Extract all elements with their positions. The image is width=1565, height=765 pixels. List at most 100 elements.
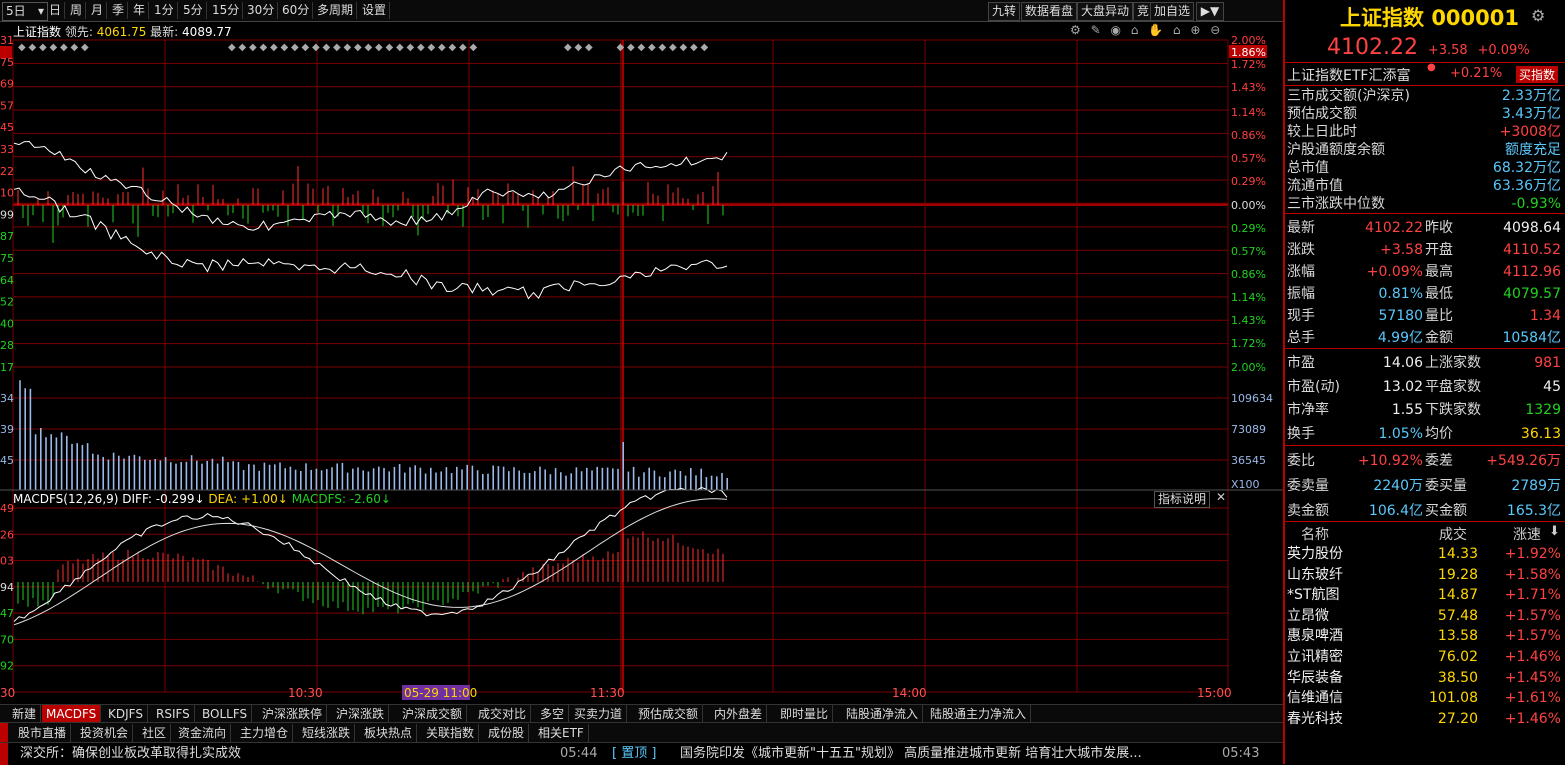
period-button[interactable]: 1分 — [151, 2, 178, 19]
stock-row[interactable]: 春光科技 27.20 +1.46% — [1285, 709, 1563, 729]
stock-row[interactable]: *ST航图 14.87 +1.71% — [1285, 585, 1563, 605]
left-axis-label: 99 — [0, 208, 14, 221]
indicator-tab[interactable]: KDJFS — [104, 705, 148, 723]
period-button[interactable]: 日 — [46, 2, 66, 19]
quote-label: 委差 — [1425, 453, 1453, 469]
toolbar-right-button[interactable]: 加自选 — [1150, 2, 1195, 21]
quote-value: 4.99亿 — [1377, 330, 1423, 346]
period-button[interactable]: 60分 — [279, 2, 314, 19]
info-tab[interactable]: 投资机会 — [76, 724, 134, 742]
quote-value: 4110.52 — [1503, 242, 1561, 258]
indicator-tab[interactable]: BOLLFS — [198, 705, 253, 723]
period-button[interactable]: 30分 — [244, 2, 279, 19]
indicator-tab[interactable]: 多空 — [536, 705, 570, 723]
stock-price: 101.08 — [1429, 690, 1478, 707]
quote-label: 平盘家数 — [1425, 378, 1481, 395]
indicator-tab[interactable]: 预估成交额 — [634, 705, 704, 723]
stock-row[interactable]: 立讯精密 76.02 +1.46% — [1285, 647, 1563, 667]
period-button[interactable]: 月 — [88, 2, 108, 19]
indicator-tab[interactable]: 内外盘差 — [710, 705, 768, 723]
ticker-right-news[interactable]: 国务院印发《城市更新"十五五"规划》 高质量推进城市更新 培育壮大城市发展... — [680, 743, 1142, 765]
indicator-tab[interactable]: MACDFS — [42, 705, 102, 723]
period-button[interactable]: 季 — [109, 2, 129, 19]
info-tab[interactable]: 成份股 — [484, 724, 530, 742]
right-pct-label: 2.00% — [1231, 361, 1266, 374]
stock-name: 惠泉啤酒 — [1287, 628, 1343, 645]
stock-row[interactable]: 华辰装备 38.50 +1.45% — [1285, 668, 1563, 688]
close-icon[interactable]: ✕ — [1216, 490, 1226, 504]
info-tab[interactable]: 主力增仓 — [236, 724, 294, 742]
etf-row[interactable]: 上证指数ETF汇添富 ● +0.21% 买指数 — [1285, 62, 1565, 84]
period-button[interactable]: 多周期 — [314, 2, 358, 19]
indicator-tab[interactable]: 即时量比 — [776, 705, 834, 723]
marker-diamond: ◆ — [638, 42, 646, 53]
toolbar-right-button[interactable]: 九转 — [988, 2, 1021, 21]
macd-left-label: 47 — [0, 607, 14, 620]
marker-diamond: ◆ — [386, 42, 394, 53]
marker-diamond: ◆ — [302, 42, 310, 53]
toolbar-right-button[interactable]: 大盘异动 — [1077, 2, 1134, 21]
info-tab[interactable]: 股市直播 — [14, 724, 72, 742]
marker-diamond: ◆ — [438, 42, 446, 53]
quote-label: 换手 — [1287, 425, 1315, 442]
indicator-tab[interactable]: 买卖力道 — [570, 705, 628, 723]
stock-row[interactable]: 山东玻纤 19.28 +1.58% — [1285, 565, 1563, 585]
stock-price: 13.58 — [1437, 628, 1478, 645]
stock-row[interactable]: 惠泉啤酒 13.58 +1.57% — [1285, 626, 1563, 646]
stock-row[interactable]: 立昂微 57.48 +1.57% — [1285, 606, 1563, 626]
indicator-tab[interactable]: 新建 — [8, 705, 42, 723]
quote-value: 10584亿 — [1502, 330, 1561, 346]
buy-index-button[interactable]: 买指数 — [1516, 66, 1559, 83]
period-select[interactable]: 5日 ▾ — [2, 2, 48, 21]
marker-diamond: ◆ — [50, 42, 58, 53]
info-tab[interactable]: 社区 — [138, 724, 172, 742]
quote-label: 下跌家数 — [1425, 402, 1481, 418]
info-tab[interactable]: 短线涨跌 — [298, 724, 356, 742]
stock-price: 76.02 — [1437, 649, 1478, 665]
divider — [1285, 521, 1565, 522]
marker-diamond: ◆ — [669, 42, 677, 53]
period-button[interactable]: 5分 — [180, 2, 207, 19]
period-button[interactable]: 15分 — [209, 2, 244, 19]
stock-name: 信维通信 — [1287, 690, 1343, 707]
indicator-tab[interactable]: RSIFS — [152, 705, 195, 723]
toolbar-right-button[interactable]: 数据看盘 — [1021, 2, 1078, 21]
settings-icon[interactable]: ⚙ — [1531, 6, 1545, 25]
period-button[interactable]: 设置 — [359, 2, 391, 19]
info-tab[interactable]: 资金流向 — [174, 724, 232, 742]
divider — [1285, 445, 1565, 446]
period-button[interactable]: 周 — [67, 2, 87, 19]
stat-row: 总市值 68.32万亿 — [1285, 159, 1563, 177]
indicator-tab[interactable]: 沪深涨跌停 — [258, 705, 328, 723]
list-header-speed[interactable]: 涨速 — [1513, 524, 1541, 544]
marker-diamond: ◆ — [228, 42, 236, 53]
indicator-tab[interactable]: 沪深涨跌 — [332, 705, 390, 723]
quote-row: 振幅 0.81% 最低 4079.57 — [1285, 283, 1563, 305]
left-axis-label: 57 — [0, 99, 14, 112]
period-button[interactable]: 年 — [130, 2, 150, 19]
marker-diamond: ◆ — [260, 42, 268, 53]
indicator-tab[interactable]: 陆股通净流入 — [842, 705, 924, 723]
indicator-tab[interactable]: 沪深成交额 — [398, 705, 468, 723]
left-axis-label: 45 — [0, 121, 14, 134]
ticker-left-news[interactable]: 深交所：确保创业板改革取得扎实成效 — [20, 743, 241, 765]
stock-row[interactable]: 信维通信 101.08 +1.61% — [1285, 688, 1563, 708]
quote-change-pct: +0.09% — [1477, 43, 1530, 58]
indicator-tab[interactable]: 陆股通主力净流入 — [926, 705, 1032, 723]
indicator-tab[interactable]: 成交对比 — [474, 705, 532, 723]
indicator-help-button[interactable]: 指标说明 — [1154, 491, 1211, 508]
marker-diamond: ◆ — [71, 42, 79, 53]
info-tab[interactable]: 相关ETF — [534, 724, 589, 742]
quote-value: 1329 — [1525, 402, 1561, 418]
menu-arrow-icon[interactable]: ▶▼ — [1196, 2, 1224, 21]
intraday-chart[interactable]: 317569574533221099877564524028172.00%1.8… — [0, 22, 1283, 706]
chart-tool-icons[interactable]: ⚙ ✎ ◉ ⌂ ✋ ⌂ ⊕ ⊖ — [1070, 23, 1223, 37]
marker-diamond: ◆ — [18, 42, 26, 53]
vol-left-label: 45 — [0, 454, 14, 467]
quote-value: 4079.57 — [1503, 286, 1561, 302]
info-tab[interactable]: 关联指数 — [422, 724, 480, 742]
macd-dea-line — [13, 498, 728, 626]
stock-row[interactable]: 英力股份 14.33 +1.92% — [1285, 544, 1563, 564]
marker-diamond: ◆ — [449, 42, 457, 53]
info-tab[interactable]: 板块热点 — [360, 724, 418, 742]
